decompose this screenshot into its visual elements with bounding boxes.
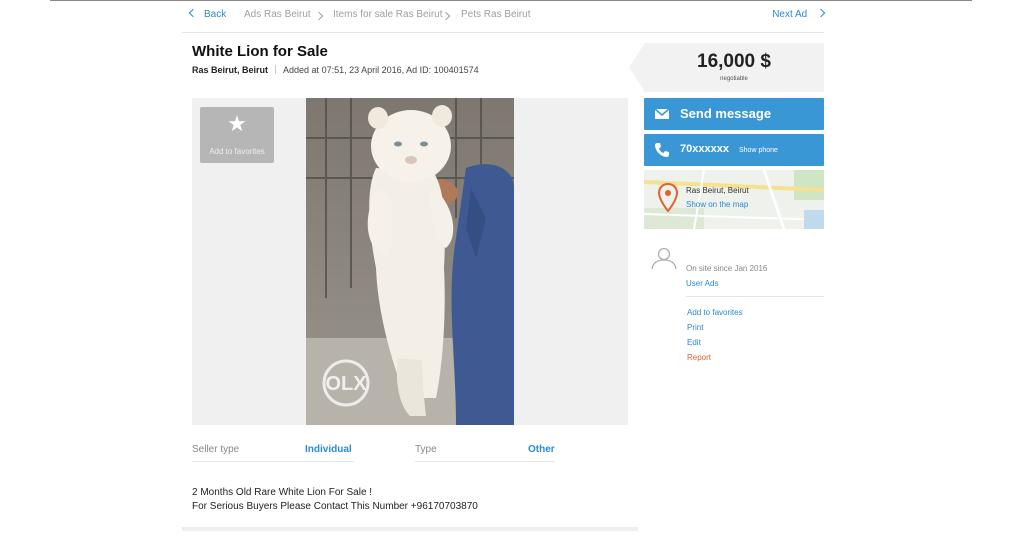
chevron-right-icon: [314, 11, 324, 23]
ad-photo[interactable]: OLX: [306, 98, 514, 425]
next-ad-label: Next Ad: [772, 9, 808, 20]
ad-title: White Lion for Sale: [192, 43, 328, 60]
bottom-bar: [182, 527, 638, 531]
envelope-icon: [654, 108, 670, 119]
breadcrumb-divider: [182, 32, 824, 33]
back-label: Back: [204, 9, 227, 20]
chevron-right-icon: [816, 8, 826, 20]
send-message-label: Send message: [680, 106, 772, 121]
seller-since: On site since Jan 2016: [686, 264, 768, 273]
show-on-map-link[interactable]: Show on the map: [686, 200, 748, 209]
location-map[interactable]: Ras Beirut, Beirut Show on the map: [644, 170, 824, 229]
seller-type-value[interactable]: Individual: [305, 444, 352, 455]
send-message-button[interactable]: Send message: [644, 98, 824, 130]
show-phone-button[interactable]: 70xxxxxx Show phone: [644, 134, 824, 166]
star-icon: ★: [227, 111, 247, 136]
detail-divider: [415, 461, 555, 462]
description-line-2: For Serious Buyers Please Contact This N…: [192, 501, 478, 512]
next-ad-link[interactable]: Next Ad: [772, 8, 826, 20]
breadcrumb-item-items-for-sale[interactable]: Items for sale Ras Beirut: [333, 9, 442, 20]
separator: [275, 65, 277, 74]
type-value[interactable]: Other: [528, 444, 555, 455]
print-link[interactable]: Print: [687, 323, 703, 332]
price-notch: [629, 43, 645, 92]
type-label: Type: [415, 444, 437, 455]
ad-added-info: Added at 07:51, 23 April 2016, Ad ID: 10…: [283, 65, 479, 75]
map-location-text: Ras Beirut, Beirut: [686, 186, 749, 195]
top-border: [50, 0, 972, 1]
description-line-1: 2 Months Old Rare White Lion For Sale !: [192, 487, 373, 498]
chevron-left-icon: [188, 8, 198, 18]
user-ads-link[interactable]: User Ads: [686, 279, 718, 288]
photo-gallery: ★ Add to favorites OLX: [192, 98, 628, 425]
phone-icon: [655, 143, 669, 157]
price: 16,000 $: [697, 51, 771, 72]
breadcrumb-item-pets[interactable]: Pets Ras Beirut: [461, 9, 530, 20]
photo-watermark: OLX: [325, 373, 367, 395]
ad-description: 2 Months Old Rare White Lion For Sale ! …: [192, 486, 478, 514]
ad-subline: Ras Beirut, Beirut Added at 07:51, 23 Apr…: [192, 65, 479, 75]
edit-link[interactable]: Edit: [687, 338, 701, 347]
price-negotiable: negotiable: [720, 76, 748, 82]
breadcrumb-item-ads[interactable]: Ads Ras Beirut: [244, 9, 311, 20]
report-link[interactable]: Report: [687, 353, 711, 362]
seller-type-label: Seller type: [192, 444, 240, 455]
seller-divider: [686, 296, 824, 297]
map-pin-icon: [658, 183, 678, 213]
chevron-right-icon: [441, 11, 451, 23]
breadcrumb: Back Ads Ras Beirut Items for sale Ras B…: [188, 8, 826, 23]
detail-divider: [192, 461, 354, 462]
add-to-favorites-label: Add to favorites: [209, 147, 265, 156]
price-box: 16,000 $ negotiable: [644, 43, 824, 92]
add-to-favorites-link[interactable]: Add to favorites: [687, 308, 743, 317]
back-link[interactable]: Back: [188, 8, 227, 20]
phone-number: 70xxxxxx: [680, 143, 729, 155]
white-lion-cub-image: OLX: [306, 98, 514, 425]
add-to-favorites-button[interactable]: ★ Add to favorites: [200, 107, 274, 163]
user-avatar-icon: [651, 247, 677, 270]
show-phone-label: Show phone: [739, 147, 778, 154]
ad-location: Ras Beirut, Beirut: [192, 65, 269, 75]
